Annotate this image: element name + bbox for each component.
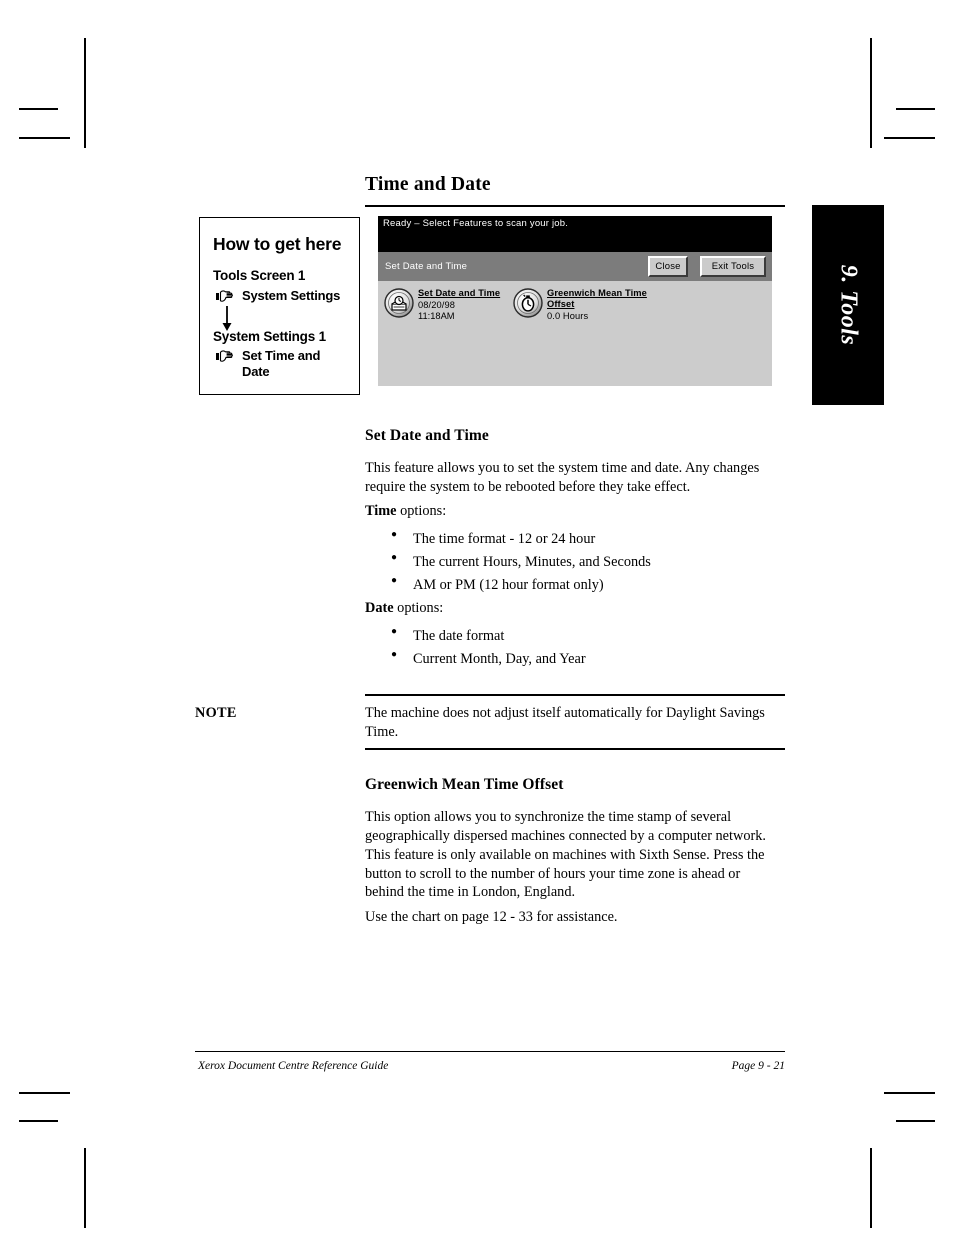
list-item: The date format [365,624,586,648]
how-to-step-1-heading: Tools Screen 1 [213,268,306,283]
crop-mark-bottom-left-horizontal-a [19,1092,70,1094]
how-to-step-2-heading: System Settings 1 [213,329,326,344]
list-item: AM or PM (12 hour format only) [365,573,651,597]
ui-feature-area: Set Date and Time 08/20/98 11:18AM Green… [378,281,772,386]
time-options-list: The time format - 12 or 24 hour The curr… [365,527,651,597]
feature-label-line-2: Offset [547,299,575,309]
crop-mark-top-left-horizontal-a [19,108,58,110]
ui-title-bar: Set Date and Time Close Exit Tools [378,252,772,281]
section-paragraph-gmt-offset: This option allows you to synchronize th… [365,809,766,901]
date-options-list: The date format Current Month, Day, and … [365,624,586,671]
feature-label: Greenwich Mean Time Offset [547,288,647,310]
section-reference-gmt-offset: Use the chart on page 12 - 33 for assist… [365,909,618,925]
list-item: Current Month, Day, and Year [365,647,586,671]
feature-label: Set Date and Time [418,288,501,298]
title-divider [365,205,785,207]
crop-mark-top-left-vertical [84,38,86,148]
crop-mark-bottom-left-horizontal-b [19,1120,58,1122]
page-title: Time and Date [365,174,491,195]
note-divider-bottom [365,748,785,750]
date-options-lead-rest: options: [393,600,444,616]
date-options-lead: Date options: [365,600,443,617]
how-to-step-2-item: Set Time and Date [242,348,321,380]
list-item: The time format - 12 or 24 hour [365,527,651,551]
crop-mark-top-right-horizontal-b [884,137,935,139]
clock-calendar-icon [384,288,414,318]
how-to-get-here-box: How to get here Tools Screen 1 System Se… [199,217,360,395]
chapter-tab: 9. Tools [812,205,884,405]
crop-mark-top-right-vertical [870,38,872,148]
time-options-lead: Time options: [365,503,446,520]
ui-status-text: Ready – Select Features to scan your job… [383,218,569,229]
how-to-step-1-item: System Settings [242,288,341,303]
crop-mark-bottom-right-horizontal-b [896,1120,935,1122]
ui-status-bar: Ready – Select Features to scan your job… [378,216,772,252]
pointing-hand-icon [215,289,237,304]
crop-mark-top-right-horizontal-a [896,108,935,110]
stopwatch-icon [513,288,543,318]
how-to-get-here-title: How to get here [213,234,342,254]
feature-value-date: 08/20/98 [418,300,455,310]
list-item: The current Hours, Minutes, and Seconds [365,550,651,574]
feature-label-line-1: Greenwich Mean Time [547,288,647,298]
crop-mark-bottom-left-vertical [84,1148,86,1228]
document-page: 9. Tools Time and Date How to get here T… [0,0,954,1235]
section-paragraph-set-date-and-time: This feature allows you to set the syste… [365,460,760,495]
footer-page-number: Page 9 - 21 [731,1060,785,1072]
pointing-hand-icon [215,349,237,364]
time-options-lead-rest: options: [396,503,447,519]
note-label: NOTE [195,705,237,721]
section-heading-set-date-and-time: Set Date and Time [365,427,489,444]
note-text: The machine does not adjust itself autom… [365,705,765,740]
exit-tools-button[interactable]: Exit Tools [700,256,766,277]
time-options-lead-bold: Time [365,503,397,519]
close-button[interactable]: Close [648,256,688,277]
crop-mark-top-left-horizontal-b [19,137,70,139]
machine-ui-screenshot: Ready – Select Features to scan your job… [378,216,772,386]
crop-mark-bottom-right-vertical [870,1148,872,1228]
note-divider-top [365,694,785,696]
section-heading-gmt-offset: Greenwich Mean Time Offset [365,776,564,793]
feature-value-time: 11:18AM [418,311,455,321]
ui-title-bar-label: Set Date and Time [385,261,468,272]
crop-mark-bottom-right-horizontal-a [884,1092,935,1094]
footer-guide-title: Xerox Document Centre Reference Guide [198,1060,389,1072]
date-options-lead-bold: Date [365,600,394,616]
footer-divider [195,1051,785,1053]
feature-value-offset: 0.0 Hours [547,311,589,321]
chapter-tab-label: 9. Tools [835,264,862,346]
